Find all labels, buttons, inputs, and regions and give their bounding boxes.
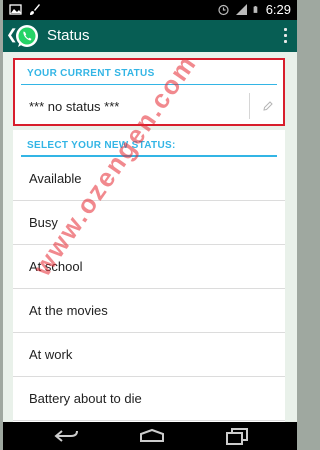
system-status-bar: 6:29 (3, 0, 297, 20)
header-divider (21, 84, 277, 85)
current-status-header: YOUR CURRENT STATUS (27, 68, 155, 79)
current-status-value[interactable]: *** no status *** (29, 99, 119, 114)
edit-divider (249, 93, 250, 119)
home-icon[interactable] (138, 427, 166, 445)
battery-icon (253, 5, 257, 13)
page-title: Status (47, 27, 90, 44)
status-options-list: Available Busy At school At the movies A… (13, 157, 285, 421)
back-icon[interactable] (53, 427, 81, 445)
recent-apps-icon[interactable] (225, 427, 249, 445)
gallery-icon (9, 4, 22, 15)
brush-icon (30, 4, 40, 15)
signal-icon (235, 4, 247, 15)
whatsapp-logo-icon[interactable] (14, 23, 40, 49)
system-nav-bar (3, 422, 297, 450)
status-option-at-work[interactable]: At work (13, 333, 285, 377)
clock-time: 6:29 (265, 2, 291, 17)
new-status-header: SELECT YOUR NEW STATUS: (27, 140, 176, 151)
status-option-available[interactable]: Available (13, 157, 285, 201)
status-option-at-the-movies[interactable]: At the movies (13, 289, 285, 333)
phone-screen: 6:29 ❮ Status YOUR CURRENT STATUS *** no… (3, 0, 297, 450)
overflow-menu-icon[interactable] (283, 28, 289, 44)
pencil-icon[interactable] (262, 100, 274, 112)
action-bar: ❮ Status (3, 20, 297, 52)
main-content: YOUR CURRENT STATUS *** no status *** SE… (3, 49, 297, 422)
status-option-battery-about-to-die[interactable]: Battery about to die (13, 377, 285, 421)
